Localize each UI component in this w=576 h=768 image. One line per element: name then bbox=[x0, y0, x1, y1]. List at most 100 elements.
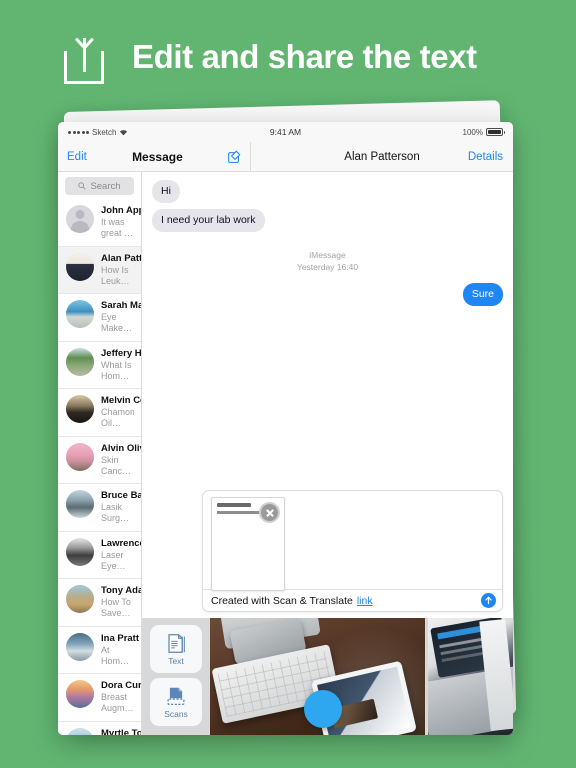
conversation-preview: What Is Homeopathic Medicine bbox=[101, 359, 134, 381]
drawer-photo-strip[interactable] bbox=[210, 618, 513, 735]
share-icon bbox=[64, 30, 110, 84]
avatar bbox=[66, 442, 94, 471]
search-container: Search bbox=[58, 172, 141, 199]
screenshot-root: Edit and share the text Sketch 9:41 AM 1… bbox=[0, 0, 576, 768]
conversation-name: Lawrence Cohen bbox=[101, 537, 142, 549]
search-placeholder: Search bbox=[90, 180, 121, 192]
conversation-header: Melvin Cook07:16AM bbox=[101, 395, 141, 406]
conversation-text: Alan Patterson10:05AMHow Is Leukemia Tre… bbox=[101, 253, 141, 288]
conversation-text: John Appleseed04:59AMIt was great to see… bbox=[101, 205, 141, 240]
conversation-text: Myrtle Torres02:35PMIs The Herbal Way Th… bbox=[101, 728, 141, 736]
details-button[interactable]: Details bbox=[468, 151, 503, 163]
conversation-name: Sarah Mann bbox=[101, 300, 142, 311]
conversation-row[interactable]: Melvin Cook07:16AMChamomile Oil Which Ch… bbox=[58, 389, 141, 437]
drawer-app-buttons: Text Scans bbox=[142, 618, 210, 735]
attachment-footer: Created with Scan & Translate link bbox=[203, 589, 502, 611]
drawer-photo[interactable] bbox=[428, 618, 513, 735]
conversation-row[interactable]: Myrtle Torres02:35PMIs The Herbal Way Th… bbox=[58, 722, 141, 736]
avatar bbox=[66, 205, 94, 233]
conversation-name: Melvin Cook bbox=[101, 395, 141, 406]
conversation-preview: At Home Treatments For Beauty On A Budge… bbox=[101, 644, 126, 666]
close-circle-icon[interactable] bbox=[259, 502, 280, 523]
avatar bbox=[66, 490, 94, 518]
scanned-document-thumbnail[interactable] bbox=[211, 497, 285, 591]
conversation-text: Jeffery Holmes03:27PMWhat Is Homeopathic… bbox=[101, 348, 141, 383]
avatar bbox=[66, 632, 94, 661]
attachment-link[interactable]: link bbox=[357, 595, 373, 607]
conversation-row[interactable]: John Appleseed04:59AMIt was great to see… bbox=[58, 199, 141, 247]
conversation-row[interactable]: Alan Patterson10:05AMHow Is Leukemia Tre… bbox=[58, 246, 141, 294]
avatar bbox=[66, 252, 94, 281]
conversation-row[interactable]: Alvin Oliver10:52PMSkin Cancer Preventio… bbox=[58, 437, 141, 484]
conversation-preview: It was great to see you again earlier. L… bbox=[101, 217, 132, 239]
conversation-preview: Laser Eye Surgery Risks Flap Dislocation… bbox=[101, 549, 124, 571]
conversation-row[interactable]: Sarah Mann03:43AMEye Makeup After Lasik bbox=[58, 294, 141, 342]
message-service-label: iMessage bbox=[309, 250, 346, 261]
conversation-row[interactable]: Ina Pratt07:21PMAt Home Treatments For B… bbox=[58, 627, 141, 674]
conversation-name: Dora Curry bbox=[101, 680, 142, 691]
headline: Edit and share the text bbox=[64, 30, 477, 84]
conversation-header: Bruce Barnes10:49PM bbox=[101, 490, 141, 501]
message-timestamp: Yesterday 16:40 bbox=[296, 261, 359, 272]
conversation-list[interactable]: John Appleseed04:59AMIt was great to see… bbox=[58, 199, 141, 735]
search-input[interactable]: Search bbox=[65, 177, 134, 195]
conversation-row[interactable]: Lawrence Cohen03:46AMLaser Eye Surgery R… bbox=[58, 532, 141, 579]
conversation-text: Bruce Barnes10:49PMLasik Surgery Frequen… bbox=[101, 490, 141, 525]
conversation-header: Alan Patterson10:05AM bbox=[101, 253, 141, 264]
attachment-preview bbox=[203, 491, 502, 591]
drawer-app-label: Text bbox=[168, 655, 184, 666]
conversation-name: Alvin Oliver bbox=[101, 442, 141, 454]
drawer-app-scans[interactable]: Scans bbox=[150, 678, 202, 726]
split-view: Search John Appleseed04:59AMIt was great… bbox=[58, 172, 513, 735]
avatar bbox=[66, 585, 94, 613]
conversation-row[interactable]: Jeffery Holmes03:27PMWhat Is Homeopathic… bbox=[58, 342, 141, 389]
avatar bbox=[66, 347, 94, 376]
conversation-header: Jeffery Holmes03:27PM bbox=[101, 348, 141, 359]
avatar bbox=[66, 680, 94, 708]
status-bar-time: 9:41 AM bbox=[269, 127, 302, 137]
page-title: Message bbox=[132, 149, 183, 164]
conversation-text: Melvin Cook07:16AMChamomile Oil Which Ch… bbox=[101, 395, 141, 430]
conversation-name: Alan Patterson bbox=[101, 252, 142, 264]
navigation-bar: Edit Message Alan Patterson Details bbox=[58, 142, 513, 172]
conversation-row[interactable]: Dora Curry02:48PMBreast Augmentation Bre… bbox=[58, 674, 141, 722]
conversation-row[interactable]: Bruce Barnes10:49PMLasik Surgery Frequen… bbox=[58, 484, 141, 532]
message-row: Hi bbox=[149, 180, 503, 209]
edit-button[interactable]: Edit bbox=[67, 151, 87, 163]
conversation-text: Sarah Mann03:43AMEye Makeup After Lasik bbox=[101, 300, 141, 335]
conversation-header: Tony Adams09:51AM bbox=[101, 585, 141, 596]
conversation-header: Lawrence Cohen03:46AM bbox=[101, 538, 141, 549]
message-meta: iMessage Yesterday 16:40 bbox=[152, 250, 503, 273]
conversation-text: Tony Adams09:51AMHow To Save Money On Be… bbox=[101, 585, 141, 620]
conversation-preview: Lasik Surgery Frequently Asked Questions bbox=[101, 502, 133, 524]
conversation-text: Dora Curry02:48PMBreast Augmentation Bre… bbox=[101, 680, 141, 715]
conversation-header: Myrtle Torres02:35PM bbox=[101, 728, 141, 736]
message-row: Sure bbox=[152, 283, 507, 312]
conversation-header: John Appleseed04:59AM bbox=[101, 205, 141, 216]
conversation-name: Ina Pratt bbox=[101, 632, 140, 644]
avatar bbox=[66, 300, 94, 328]
chat-title: Alan Patterson bbox=[344, 150, 420, 163]
message-bubble-incoming: I need your lab work bbox=[149, 209, 265, 233]
attachment-card[interactable]: Created with Scan & Translate link bbox=[202, 490, 503, 612]
conversation-list-pane: Search John Appleseed04:59AMIt was great… bbox=[58, 172, 142, 735]
conversation-header: Dora Curry02:48PM bbox=[101, 680, 141, 691]
status-bar: Sketch 9:41 AM 100% bbox=[58, 122, 513, 142]
attachment-container: Created with Scan & Translate link bbox=[202, 490, 503, 612]
conversation-row[interactable]: Tony Adams09:51AMHow To Save Money On Be… bbox=[58, 579, 141, 627]
drawer-app-text[interactable]: Text bbox=[150, 625, 202, 673]
conversation-name: Myrtle Torres bbox=[101, 727, 142, 736]
drawer-app-label: Scans bbox=[164, 708, 188, 719]
message-bubble-outgoing: Sure bbox=[462, 283, 507, 307]
chat-scroll-area[interactable]: Hi I need your lab work iMessage Yesterd… bbox=[142, 172, 513, 618]
conversation-preview: Skin Cancer Prevention 5 Ways To Protect… bbox=[101, 454, 131, 476]
conversation-header: Sarah Mann03:43AM bbox=[101, 300, 141, 311]
conversation-name: Tony Adams bbox=[101, 585, 141, 596]
chat-pane: Hi I need your lab work iMessage Yesterd… bbox=[142, 172, 513, 735]
drawer-photo[interactable] bbox=[210, 618, 425, 735]
attachment-footer-text: Created with Scan & Translate bbox=[211, 594, 353, 607]
compose-icon[interactable] bbox=[228, 150, 241, 163]
arrow-up-icon[interactable] bbox=[481, 593, 496, 608]
photo-select-indicator[interactable] bbox=[304, 690, 342, 728]
conversation-preview: Chamomile Oil Which Chamomile Is Which bbox=[101, 407, 134, 429]
